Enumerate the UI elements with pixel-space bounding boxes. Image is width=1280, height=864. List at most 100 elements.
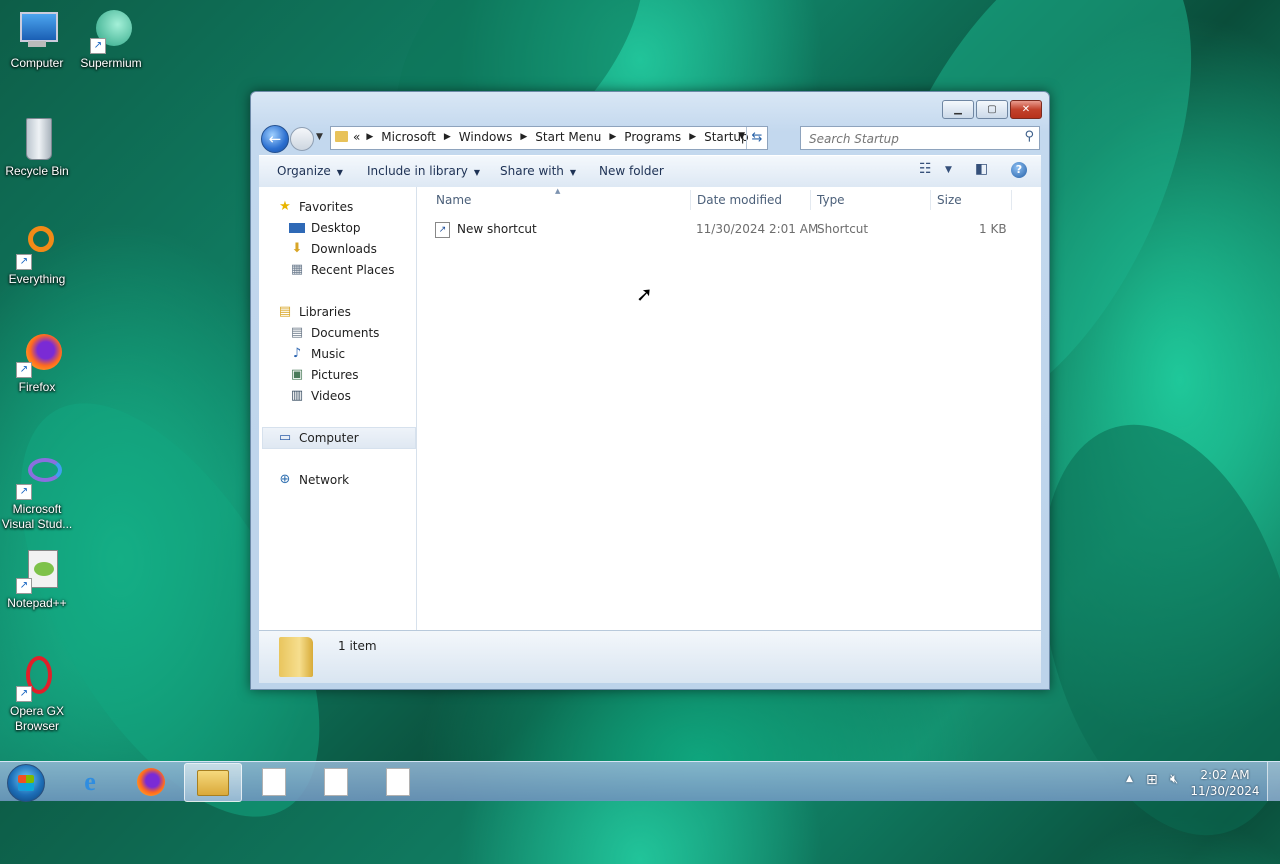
organize-menu[interactable]: Organize ▼ <box>277 164 343 178</box>
change-view-icon[interactable]: ☷ <box>919 161 932 177</box>
address-bar[interactable]: « ▶ Microsoft ▶ Windows ▶ Start Menu ▶ P… <box>330 126 768 150</box>
volume-muted-icon[interactable]: 🔇︎ <box>1170 772 1178 787</box>
column-header-type[interactable]: Type <box>817 193 845 207</box>
breadcrumb-item[interactable]: Microsoft <box>381 130 436 144</box>
taskbar-firefox[interactable] <box>123 763 179 800</box>
taskbar-document-3[interactable] <box>370 763 426 800</box>
desktop-icon-supermium[interactable]: ↗ Supermium <box>74 8 148 71</box>
recent-places-icon: ▦ <box>290 262 304 277</box>
chevron-right-icon[interactable]: ▶ <box>444 132 451 142</box>
help-icon[interactable]: ? <box>1011 162 1027 178</box>
taskbar-windows-explorer[interactable] <box>184 763 242 802</box>
everything-search-icon: ↗ <box>14 224 60 270</box>
nav-item-music[interactable]: ♪ Music <box>289 344 345 364</box>
details-pane: 1 item <box>259 630 1041 683</box>
refresh-icon[interactable]: ⇆ <box>746 127 767 149</box>
computer-icon <box>14 8 60 54</box>
nav-item-favorites[interactable]: ★ Favorites <box>277 197 353 217</box>
chevron-right-icon[interactable]: ▶ <box>366 132 373 142</box>
shortcut-arrow-icon: ↗ <box>16 362 32 378</box>
preview-pane-icon[interactable]: ◧ <box>975 161 988 177</box>
network-status-icon[interactable]: ⊞ <box>1146 772 1158 788</box>
clock[interactable]: 2:02 AM 11/30/2024 <box>1190 767 1260 799</box>
nav-label: Documents <box>311 326 380 340</box>
column-header-date-modified[interactable]: Date modified <box>697 193 782 207</box>
desktop-icon-opera-gx[interactable]: ↗ Opera GX Browser <box>0 656 74 734</box>
new-folder-button[interactable]: New folder <box>599 164 664 178</box>
nav-item-libraries[interactable]: ▤ Libraries <box>277 302 351 322</box>
notepad-plus-plus-icon: ↗ <box>14 548 60 594</box>
show-hidden-icons-icon[interactable]: ▲ <box>1126 774 1133 784</box>
view-options-dropdown-icon[interactable]: ▼ <box>945 165 952 175</box>
explorer-window[interactable]: ▁ ▢ ✕ ← ▼ « ▶ Microsoft ▶ Windows ▶ Star… <box>250 91 1050 690</box>
dropdown-arrow-icon: ▼ <box>473 168 481 177</box>
file-row[interactable]: ↗ New shortcut 11/30/2024 2:01 AM Shortc… <box>417 219 1017 239</box>
folder-icon <box>335 131 348 142</box>
desktop-icon-notepad-plus-plus[interactable]: ↗ Notepad++ <box>0 548 74 611</box>
column-divider[interactable] <box>690 190 691 210</box>
desktop-icon-visual-studio[interactable]: ↗ Microsoft Visual Stud... <box>0 454 74 532</box>
organize-label: Organize <box>277 164 331 178</box>
shortcut-arrow-icon: ↗ <box>16 686 32 702</box>
minimize-button[interactable]: ▁ <box>942 100 974 119</box>
breadcrumb-overflow[interactable]: « <box>353 130 360 144</box>
column-header-size[interactable]: Size <box>937 193 962 207</box>
maximize-button[interactable]: ▢ <box>976 100 1008 119</box>
taskbar-internet-explorer[interactable]: e <box>62 763 118 800</box>
back-button[interactable]: ← <box>261 125 289 153</box>
forward-button[interactable] <box>290 127 314 151</box>
star-icon: ★ <box>279 199 291 214</box>
desktop-icon-firefox[interactable]: ↗ Firefox <box>0 332 74 395</box>
libraries-icon: ▤ <box>278 304 292 319</box>
desktop-icon-computer[interactable]: Computer <box>0 8 74 71</box>
share-with-menu[interactable]: Share with ▼ <box>500 164 576 178</box>
include-in-library-menu[interactable]: Include in library ▼ <box>367 164 480 178</box>
recycle-bin-icon <box>14 116 60 162</box>
desktop-icon-everything[interactable]: ↗ Everything <box>0 224 74 287</box>
breadcrumb-item[interactable]: Programs <box>624 130 681 144</box>
desktop-icon-label: Opera GX Browser <box>9 704 65 733</box>
nav-item-network[interactable]: ⊕ Network <box>277 470 350 490</box>
nav-item-downloads[interactable]: ⬇ Downloads <box>289 239 377 259</box>
column-divider[interactable] <box>1011 190 1012 210</box>
search-input[interactable] <box>807 129 1011 149</box>
chevron-right-icon[interactable]: ▶ <box>520 132 527 142</box>
computer-icon: ▭ <box>278 430 292 445</box>
desktop-icon-recycle-bin[interactable]: Recycle Bin <box>0 116 74 179</box>
recent-pages-dropdown-icon[interactable]: ▼ <box>316 132 323 142</box>
nav-item-documents[interactable]: ▤ Documents <box>289 323 380 343</box>
caption-buttons: ▁ ▢ ✕ <box>940 100 1042 119</box>
clock-date: 11/30/2024 <box>1190 784 1260 798</box>
nav-item-pictures[interactable]: ▣ Pictures <box>289 365 359 385</box>
desktop-icon-label: Everything <box>8 272 66 286</box>
nav-item-desktop[interactable]: Desktop <box>289 218 361 238</box>
column-header-name[interactable]: Name <box>436 193 471 207</box>
file-list[interactable]: ▲ Name Date modified Type Size ↗ New sho… <box>417 187 1041 630</box>
videos-icon: ▥ <box>290 388 304 403</box>
nav-item-computer[interactable]: ▭ Computer <box>277 428 359 448</box>
nav-label: Network <box>299 473 350 487</box>
windows-logo-icon <box>18 775 34 791</box>
chevron-right-icon[interactable]: ▶ <box>689 132 696 142</box>
show-desktop-button[interactable] <box>1267 762 1280 801</box>
taskbar-document-1[interactable] <box>246 763 302 800</box>
taskbar-document-2[interactable] <box>308 763 364 800</box>
search-box[interactable]: ⚲ <box>800 126 1040 150</box>
start-button[interactable] <box>7 764 45 802</box>
search-icon[interactable]: ⚲ <box>1024 129 1034 144</box>
nav-item-videos[interactable]: ▥ Videos <box>289 386 351 406</box>
breadcrumb-item[interactable]: Start Menu <box>535 130 601 144</box>
file-name[interactable]: New shortcut <box>457 222 537 236</box>
sort-indicator-icon: ▲ <box>555 187 561 195</box>
column-divider[interactable] <box>930 190 931 210</box>
desktop-icon-label: Firefox <box>18 380 56 394</box>
document-icon <box>262 767 286 796</box>
nav-item-recent-places[interactable]: ▦ Recent Places <box>289 260 395 280</box>
breadcrumb-item[interactable]: Windows <box>459 130 513 144</box>
visual-studio-icon: ↗ <box>14 454 62 500</box>
dropdown-arrow-icon: ▼ <box>336 168 343 177</box>
address-history-dropdown-icon[interactable]: ▼ <box>738 131 745 141</box>
chevron-right-icon[interactable]: ▶ <box>609 132 616 142</box>
column-divider[interactable] <box>810 190 811 210</box>
close-button[interactable]: ✕ <box>1010 100 1042 119</box>
